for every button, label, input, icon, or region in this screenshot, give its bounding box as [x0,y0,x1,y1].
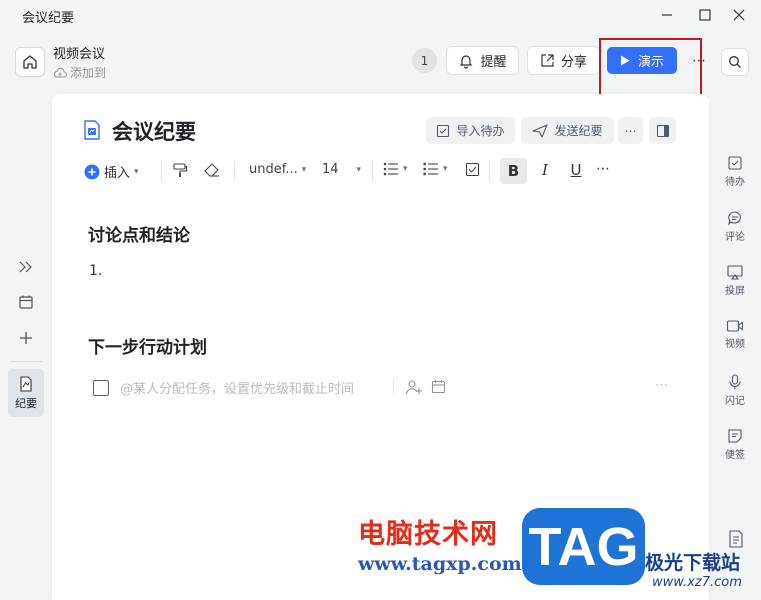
task-divider [393,380,394,395]
document-icon [83,120,101,140]
send-icon [532,123,549,138]
side-panel-toggle-icon[interactable] [649,117,676,144]
watermark-partner-name: 极光下载站 [645,552,741,574]
font-name-select[interactable]: undef... ▾ [249,162,306,177]
cloud-icon [53,67,67,77]
home-icon [23,55,37,69]
todo-panel-button[interactable]: 待办 [720,155,750,188]
format-painter-icon[interactable] [172,162,188,178]
italic-button[interactable]: I [534,161,556,179]
remind-button[interactable]: 提醒 [446,46,519,75]
document-title[interactable]: 会议纪要 [112,116,196,146]
section-heading-discussion[interactable]: 讨论点和结论 [88,221,190,246]
assign-person-icon[interactable] [405,379,423,399]
add-icon[interactable] [14,326,38,350]
bell-icon [460,54,473,69]
screen-cast-icon [727,265,743,280]
share-label: 分享 [560,55,587,70]
due-date-icon[interactable] [431,379,446,398]
send-summary-label: 发送纪要 [554,124,603,138]
send-summary-button[interactable]: 发送纪要 [521,117,614,144]
numbered-list-icon [423,162,438,176]
participant-count-badge[interactable]: 1 [412,48,437,73]
bullet-list-button[interactable]: ▾ [383,162,408,176]
title-bar [0,0,761,32]
sticky-note-icon [728,429,742,443]
import-todo-button[interactable]: 导入待办 [426,117,515,144]
toolbar-divider [372,161,373,181]
watermark-partner-url: www.xz7.com [652,575,742,590]
summary-doc-icon [20,375,32,392]
video-label: 视频 [725,339,745,350]
toolbar-divider [234,161,235,181]
eraser-icon[interactable] [203,162,221,178]
sticky-note-label: 便签 [725,450,745,461]
share-button[interactable]: 分享 [527,46,600,75]
format-toolbar: 插入 ▾ undef... ▾ 14 ▾ ▾ ▾ B I U ⋯ [84,158,624,184]
remind-label: 提醒 [480,55,507,70]
rail-divider [10,361,42,362]
toolbar-divider [161,161,162,181]
expand-icon[interactable] [14,255,38,279]
calendar-icon[interactable] [14,290,38,314]
close-icon[interactable] [727,4,751,26]
chevron-down-icon: ▾ [301,164,307,175]
watermark-site-name: 电脑技术网 [358,519,498,550]
insert-label: 插入 [104,166,131,181]
toolbar-more-icon[interactable]: ⋯ [596,161,610,177]
home-button[interactable] [15,47,45,77]
chevron-down-icon: ▾ [356,164,362,175]
doc-more-icon[interactable]: ⋯ [618,117,643,144]
import-todo-icon [437,124,450,137]
minimize-icon[interactable] [655,4,679,26]
video-button[interactable]: 视频 [720,319,750,350]
import-todo-label: 导入待办 [456,124,505,138]
sticky-note-button[interactable]: 便签 [720,428,750,461]
comment-panel-button[interactable]: 评论 [720,210,750,243]
microphone-icon [729,374,741,389]
underline-button[interactable]: U [565,161,587,179]
meeting-title: 视频会议 [53,47,106,62]
plus-circle-icon [84,164,100,179]
todo-label: 待办 [725,177,745,188]
toolbar-divider [489,161,490,181]
more-options-icon[interactable]: ⋯ [688,50,710,72]
comment-label: 评论 [725,232,745,243]
task-input[interactable]: @某人分配任务，设置优先级和截止时间 [120,378,354,397]
flash-note-button[interactable]: 闪记 [720,374,750,407]
section-heading-next-steps[interactable]: 下一步行动计划 [88,333,207,358]
video-icon [726,320,744,332]
highlight-box [599,38,702,97]
maximize-icon[interactable] [693,4,717,26]
search-button[interactable] [721,48,749,76]
font-name-value: undef... [249,162,298,177]
bold-button[interactable]: B [500,158,527,184]
window-title: 会议纪要 [22,11,75,26]
add-to-button[interactable]: 添加到 [53,64,106,81]
comment-icon [728,211,741,226]
watermark-site-url: www.tagxp.com [358,553,522,575]
task-more-icon[interactable]: ⋯ [655,378,668,393]
summary-tab-label: 纪要 [15,396,37,410]
summary-tab[interactable]: 纪要 [8,369,44,417]
screen-cast-button[interactable]: 投屏 [720,264,750,297]
chevron-down-icon: ▾ [443,164,448,174]
search-icon [729,56,741,68]
share-icon [541,54,554,67]
bullet-list-icon [383,162,398,176]
todo-icon [728,156,742,170]
font-size-value: 14 [322,162,339,177]
flash-note-label: 闪记 [725,396,745,407]
checklist-icon[interactable] [465,162,480,177]
task-checkbox[interactable] [93,378,109,398]
tag-logo: TAG [522,508,645,585]
add-to-label: 添加到 [70,66,107,80]
screen-cast-label: 投屏 [725,286,745,297]
font-size-select[interactable]: 14 ▾ [322,162,361,177]
insert-button[interactable]: 插入 ▾ [84,162,139,181]
chevron-down-icon: ▾ [134,166,139,177]
list-item-number[interactable]: 1. [89,263,102,279]
chevron-down-icon: ▾ [403,164,408,174]
numbered-list-button[interactable]: ▾ [423,162,448,176]
